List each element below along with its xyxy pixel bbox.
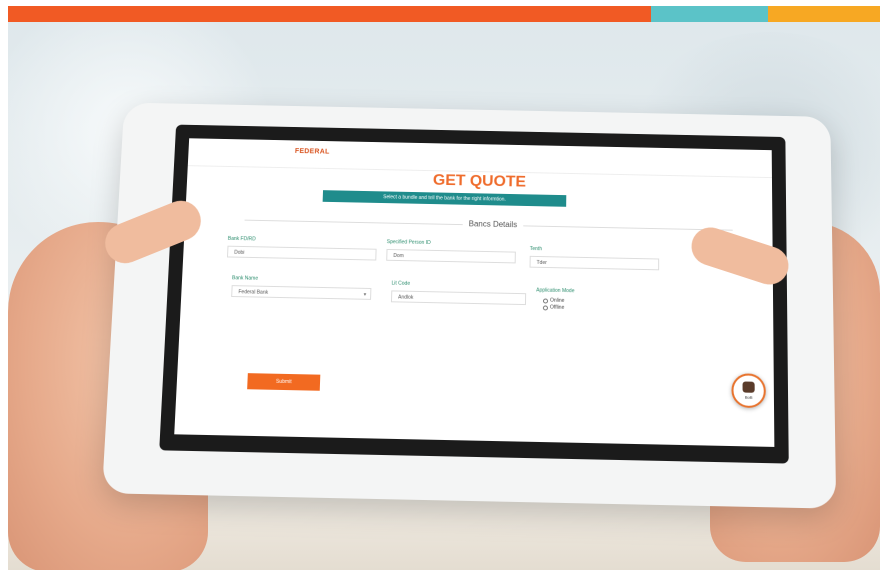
field3-input[interactable]: Tder [529,255,660,271]
bank-name-select[interactable]: Federal Bank ▾ [231,285,372,300]
section-label: Bancs Details [462,219,524,230]
mode-radio-group: Online Offline [542,298,565,312]
bot-avatar-icon [742,381,755,393]
radio-offline-dot [542,305,548,311]
field6-label: Application Mode [536,287,575,295]
chatbot-launcher[interactable]: BoB [731,373,766,409]
color-bar-yellow [768,6,880,22]
brand-logo[interactable]: FEDERAL [295,148,330,155]
tablet-device: FEDERAL GET QUOTE Select a bundle and te… [101,102,837,509]
radio-offline[interactable]: Offline [542,304,565,311]
field5-label: Lit Code [391,280,411,287]
field4-label: Bank Name [231,275,259,282]
bank-name-value: Federal Bank [238,289,269,296]
background-photo: FEDERAL GET QUOTE Select a bundle and te… [8,22,880,570]
screenshot-frame: FEDERAL GET QUOTE Select a bundle and te… [0,0,888,570]
color-bar-orange [8,6,651,22]
field3-label: Tenth [529,246,543,253]
info-banner: Select a bundle and tell the bank for th… [322,190,567,207]
field2-input[interactable]: Dom [386,248,516,264]
color-bar [8,6,880,22]
submit-button[interactable]: Submit [247,373,321,391]
tablet-screen: FEDERAL GET QUOTE Select a bundle and te… [174,138,775,447]
bot-label: BoB [744,394,753,400]
field5-input[interactable]: Andlok [390,290,527,306]
field1-label: Bank FD/RD [227,235,256,243]
chevron-down-icon: ▾ [363,291,367,298]
logo-text: FEDERAL [294,148,330,156]
radio-offline-label: Offline [549,304,565,311]
field2-label: Specified Person ID [386,239,431,246]
field1-input[interactable]: Dobi [226,245,377,261]
radio-online-dot [542,298,549,304]
section-header: Bancs Details [244,215,733,235]
tablet-bezel: FEDERAL GET QUOTE Select a bundle and te… [159,124,789,464]
color-bar-teal [651,6,768,22]
